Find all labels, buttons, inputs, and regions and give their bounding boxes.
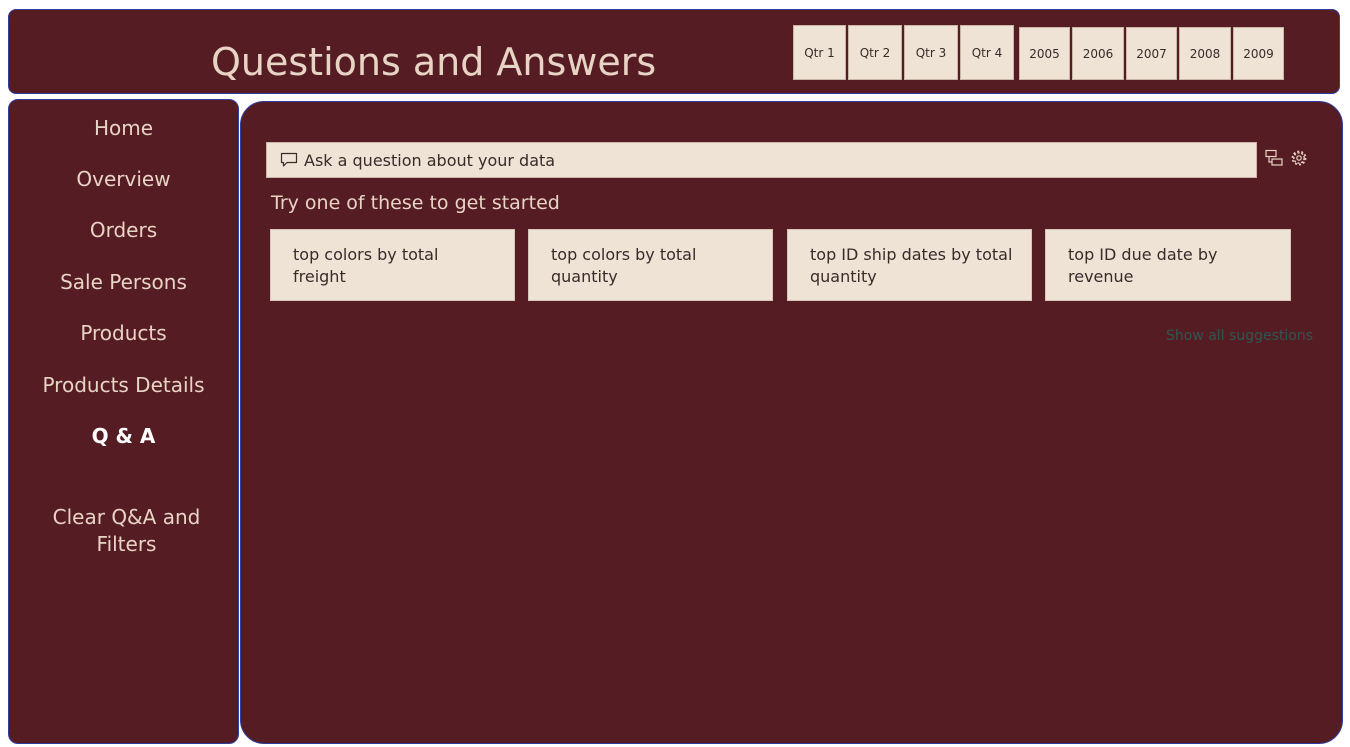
sidebar-item-qa[interactable]: Q & A <box>9 424 238 448</box>
sidebar-item-products-details[interactable]: Products Details <box>9 373 238 397</box>
suggestion-card[interactable]: top ID ship dates by total quantity <box>787 229 1032 301</box>
suggestion-card[interactable]: top ID due date by revenue <box>1045 229 1291 301</box>
clear-qa-label-line1: Clear Q&A and <box>52 505 201 529</box>
show-all-suggestions-link[interactable]: Show all suggestions <box>1166 328 1313 344</box>
year-button-2006[interactable]: 2006 <box>1072 27 1124 80</box>
qa-input-placeholder: Ask a question about your data <box>304 150 556 170</box>
qa-question-input[interactable]: Ask a question about your data <box>266 142 1257 178</box>
convert-visual-icon[interactable] <box>1265 149 1283 171</box>
gear-icon[interactable] <box>1290 149 1308 171</box>
quarter-button-qtr4[interactable]: Qtr 4 <box>960 25 1014 80</box>
page-title: Questions and Answers <box>211 40 657 84</box>
try-suggestions-heading: Try one of these to get started <box>271 192 560 214</box>
sidebar-item-orders[interactable]: Orders <box>9 218 238 242</box>
year-button-2007[interactable]: 2007 <box>1126 27 1177 80</box>
year-button-2005[interactable]: 2005 <box>1019 27 1070 80</box>
quarter-button-qtr2[interactable]: Qtr 2 <box>848 25 902 80</box>
clear-qa-filters-button[interactable]: Clear Q&A and Filters <box>12 504 241 558</box>
sidebar-item-home[interactable]: Home <box>9 116 238 140</box>
sidebar-item-overview[interactable]: Overview <box>9 167 238 191</box>
quarter-button-qtr3[interactable]: Qtr 3 <box>904 25 958 80</box>
year-button-2009[interactable]: 2009 <box>1233 27 1284 80</box>
clear-qa-label-line2: Filters <box>96 532 157 556</box>
sidebar-item-sale-persons[interactable]: Sale Persons <box>9 270 238 294</box>
chat-bubble-icon <box>280 152 298 168</box>
sidebar-nav: Home Overview Orders Sale Persons Produc… <box>8 99 239 744</box>
year-button-2008[interactable]: 2008 <box>1179 27 1231 80</box>
suggestion-card[interactable]: top colors by total quantity <box>528 229 773 301</box>
quarter-button-qtr1[interactable]: Qtr 1 <box>793 25 846 80</box>
suggestion-card[interactable]: top colors by total freight <box>270 229 515 301</box>
sidebar-item-products[interactable]: Products <box>9 321 238 345</box>
